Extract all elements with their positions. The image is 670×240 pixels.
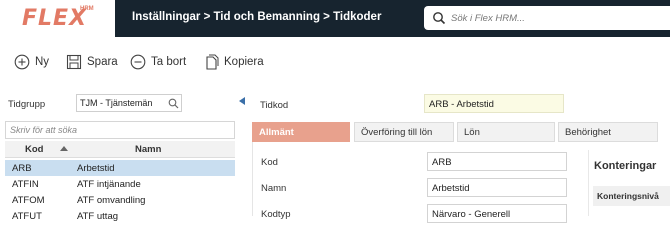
save-button[interactable]: Spara	[66, 52, 118, 72]
copy-button-label: Kopiera	[224, 56, 264, 68]
search-input[interactable]	[451, 9, 661, 27]
kod-field[interactable]: ARB	[427, 152, 567, 171]
breadcrumb: Inställningar > Tid och Bemanning > Tidk…	[132, 11, 382, 23]
global-search[interactable]	[424, 6, 670, 30]
delete-button[interactable]: Ta bort	[130, 52, 186, 72]
search-icon	[433, 12, 446, 25]
namn-field[interactable]: Arbetstid	[427, 178, 567, 197]
tab-overforing-till-lon[interactable]: Överföring till lön	[354, 122, 454, 142]
new-button[interactable]: Ny	[14, 52, 49, 72]
cell-namn: Arbetstid	[77, 163, 115, 174]
field-label-kodtyp: Kodtyp	[261, 209, 291, 220]
cell-kod: ATFUT	[12, 211, 42, 222]
cell-kod: ATFIN	[12, 179, 39, 190]
tidkod-label: Tidkod	[260, 100, 289, 111]
cell-namn: ATF uttag	[77, 211, 119, 222]
tidkod-field[interactable]: ARB - Arbetstid	[424, 94, 564, 113]
top-bar: FLEX HRM Inställningar > Tid och Bemanni…	[0, 0, 670, 37]
logo-text: FLEX	[22, 6, 88, 31]
save-button-label: Spara	[87, 56, 118, 68]
allmant-pane: Kod ARB Namn Arbetstid Kodtyp Närvaro - …	[252, 142, 582, 223]
minus-circle-icon	[130, 54, 146, 70]
toolbar: Ny Spara Ta bort Kopiera	[0, 45, 670, 79]
flex-hrm-logo[interactable]: FLEX HRM	[0, 0, 115, 37]
list-filter-input[interactable]: Skriv för att söka	[5, 121, 235, 139]
tab-behorighet[interactable]: Behörighet	[558, 122, 658, 142]
table-row[interactable]: ATFUT ATF uttag	[5, 208, 235, 224]
table-row[interactable]: ARB Arbetstid	[5, 160, 235, 176]
cell-kod: ATFOM	[12, 195, 45, 206]
tidkod-detail: Tidkod ARB - Arbetstid Allmänt Överförin…	[252, 90, 670, 223]
plus-circle-icon	[14, 54, 30, 70]
tidkod-list-panel: Tidgrupp TJM - Tjänstemän Skriv för att …	[0, 90, 236, 222]
list-header: Kod Namn	[5, 141, 235, 158]
tidgrupp-label: Tidgrupp	[8, 99, 46, 110]
cell-kod: ARB	[12, 163, 32, 174]
tidgrupp-field[interactable]: TJM - Tjänstemän	[76, 94, 182, 112]
field-label-kod: Kod	[261, 157, 278, 168]
new-button-label: Ny	[35, 56, 50, 68]
konteringsniva-header: Konteringsnivå	[593, 186, 670, 206]
konteringar-panel: Konteringar Konteringsnivå	[588, 150, 670, 216]
table-row[interactable]: ATFIN ATF intjänande	[5, 176, 235, 192]
collapse-panel-icon[interactable]	[239, 97, 245, 105]
copy-icon	[206, 54, 219, 70]
detail-tabs: Allmänt Överföring till lön Lön Behörigh…	[252, 122, 670, 142]
tidgrupp-search-icon[interactable]	[168, 98, 179, 109]
tab-lon[interactable]: Lön	[457, 122, 555, 142]
field-label-namn: Namn	[261, 183, 287, 194]
copy-button[interactable]: Kopiera	[203, 52, 264, 72]
konteringar-title: Konteringar	[594, 160, 657, 172]
cell-namn: ATF intjänande	[77, 179, 141, 190]
delete-button-label: Ta bort	[151, 56, 187, 68]
column-header-namn[interactable]: Namn	[135, 144, 161, 155]
logo-sup: HRM	[80, 6, 94, 12]
floppy-disk-icon	[66, 54, 82, 70]
cell-namn: ATF omvandling	[77, 195, 146, 206]
tab-allmant[interactable]: Allmänt	[252, 122, 350, 142]
sort-ascending-icon[interactable]	[60, 146, 68, 151]
kodtyp-select[interactable]: Närvaro - Generell	[427, 204, 567, 223]
column-header-kod[interactable]: Kod	[25, 144, 43, 155]
table-row[interactable]: ATFOM ATF omvandling	[5, 192, 235, 208]
